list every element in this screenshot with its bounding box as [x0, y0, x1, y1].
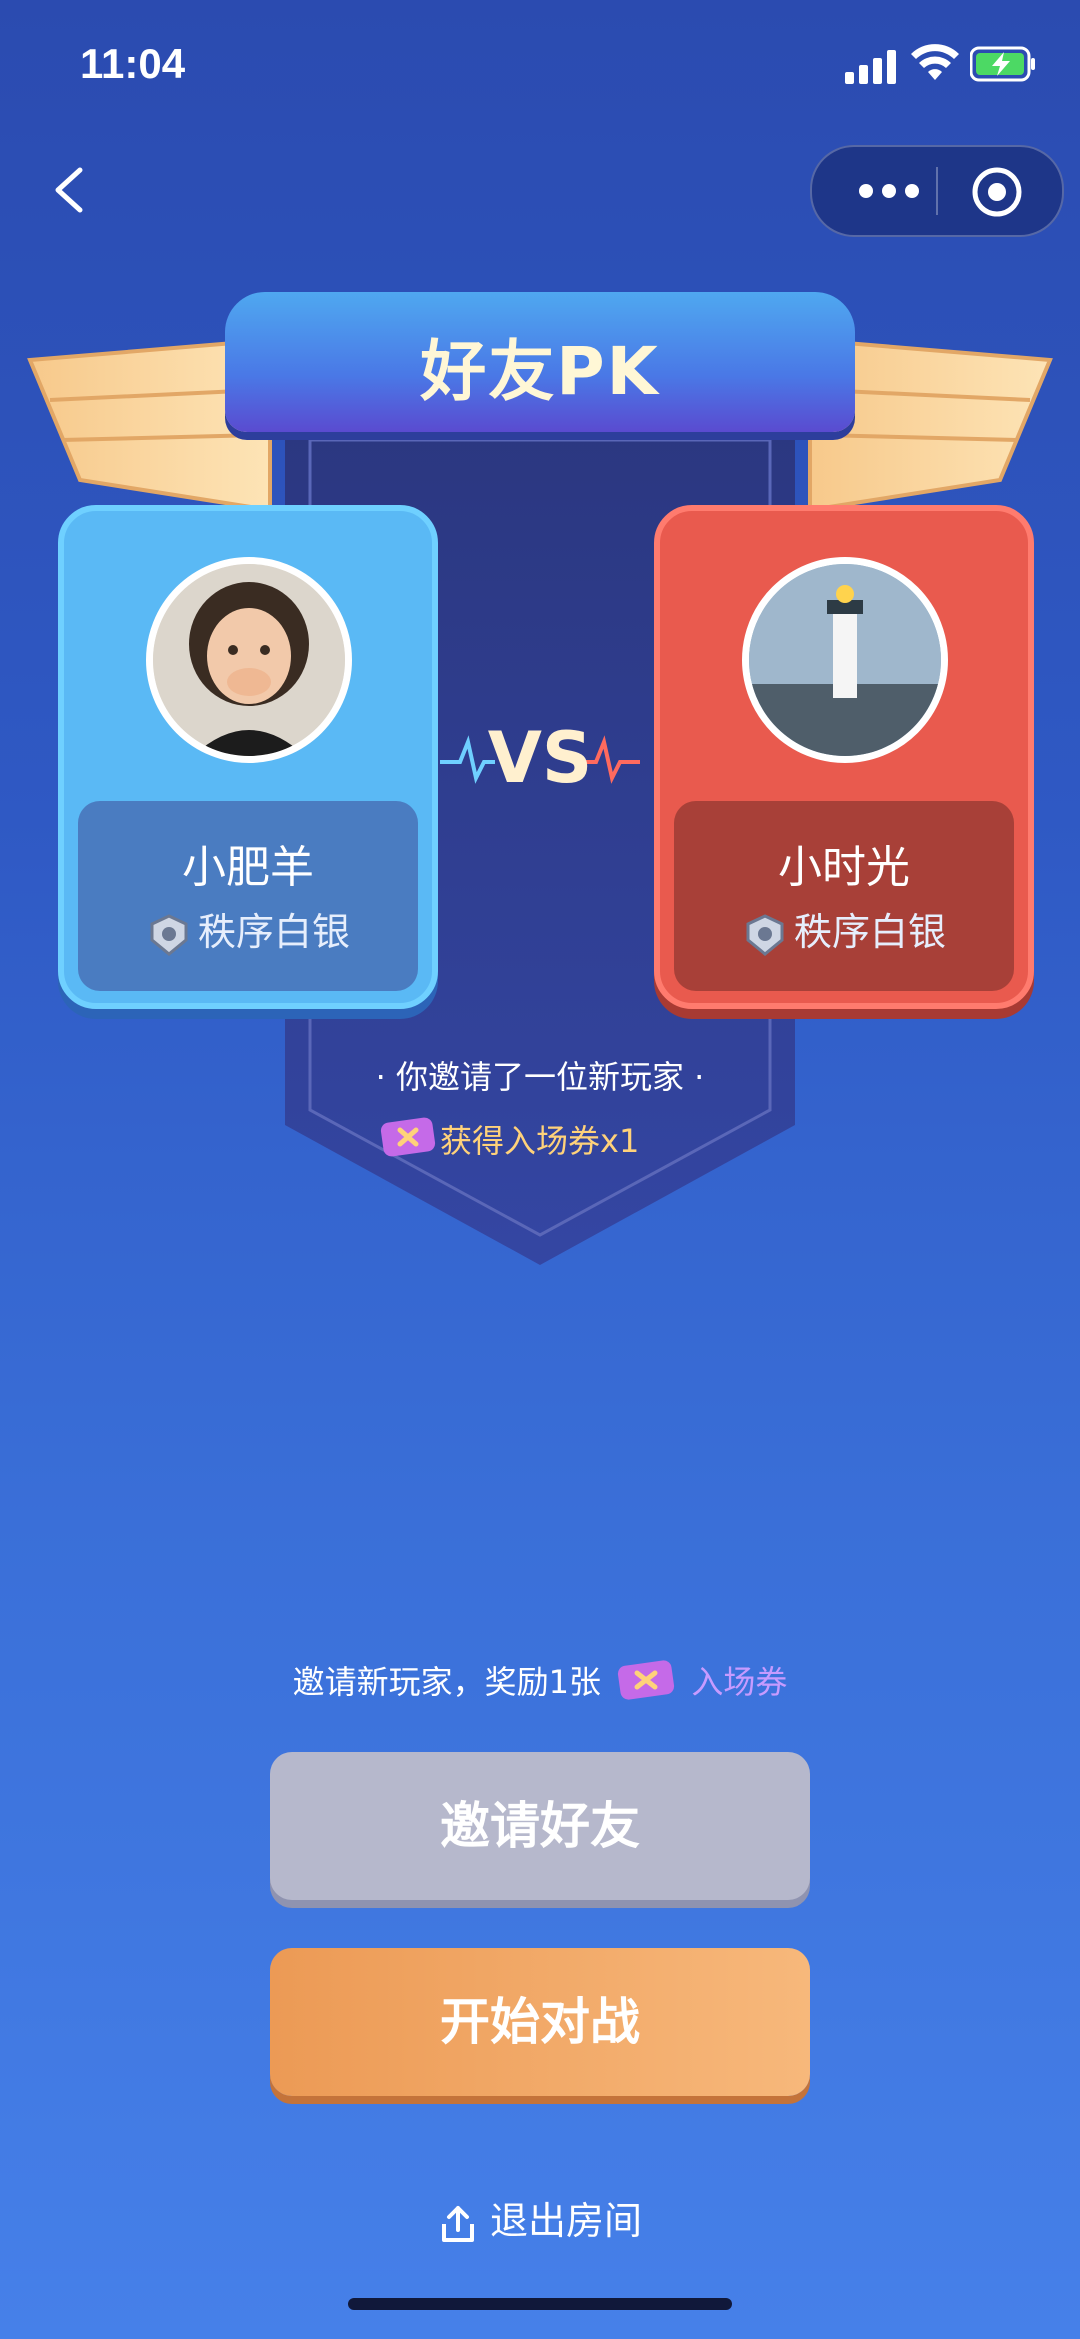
- player-name: 小肥羊: [182, 842, 314, 893]
- home-indicator[interactable]: [348, 2298, 732, 2310]
- start-battle-button[interactable]: 开始对战: [270, 1948, 810, 2096]
- invite-result-message: · 你邀请了一位新玩家 ·: [375, 1058, 705, 1096]
- silver-rank-badge-icon: [746, 913, 784, 956]
- cellular-signal-icon: [845, 50, 896, 84]
- more-options-icon[interactable]: [844, 167, 934, 215]
- reward-hint-text: 邀请新玩家，奖励1张: [292, 1663, 601, 1701]
- exit-share-icon: [441, 2205, 474, 2242]
- exit-room-link[interactable]: 退出房间: [0, 2190, 1080, 2245]
- silver-rank-badge-icon: [150, 913, 188, 956]
- ticket-icon: [380, 1117, 436, 1157]
- ticket-reward-text: 获得入场券x1: [440, 1122, 640, 1160]
- mini-program-capsule: [810, 145, 1064, 237]
- player-info-left: 小肥羊 秩序白银: [78, 801, 418, 991]
- player-name: 小时光: [778, 842, 910, 893]
- wifi-icon: [911, 44, 959, 80]
- status-bar: 11:04: [0, 0, 1080, 130]
- player-rank: 秩序白银: [78, 901, 418, 958]
- status-time: 11:04: [80, 40, 186, 87]
- ticket-icon: [618, 1660, 675, 1700]
- player-info-right: 小时光 秩序白银: [674, 801, 1014, 991]
- reward-ticket-label: 入场券: [691, 1663, 788, 1701]
- battery-charging-icon: [970, 46, 1035, 82]
- close-target-icon[interactable]: [962, 165, 1032, 219]
- rank-label: 秩序白银: [793, 910, 946, 954]
- avatar: [146, 557, 352, 763]
- invite-friends-button[interactable]: 邀请好友: [270, 1752, 810, 1900]
- player-card-right: 小时光 秩序白银: [654, 505, 1034, 1009]
- ticket-reward-line: 获得入场券x1: [380, 1112, 700, 1162]
- versus-icon: VS: [440, 717, 640, 799]
- player-rank: 秩序白银: [674, 901, 1014, 958]
- versus-label: VS: [488, 717, 593, 799]
- avatar-photo-girl-icon: [153, 564, 345, 756]
- page-title: 好友PK: [420, 333, 660, 410]
- capsule-divider: [936, 167, 938, 215]
- back-chevron-icon[interactable]: [40, 150, 100, 230]
- reward-hint: 邀请新玩家，奖励1张 入场券: [0, 1655, 1080, 1715]
- avatar: [742, 557, 948, 763]
- avatar-photo-lighthouse-icon: [749, 564, 941, 756]
- rank-label: 秩序白银: [197, 910, 350, 954]
- exit-room-label: 退出房间: [489, 2199, 642, 2243]
- player-card-left: 小肥羊 秩序白银: [58, 505, 438, 1009]
